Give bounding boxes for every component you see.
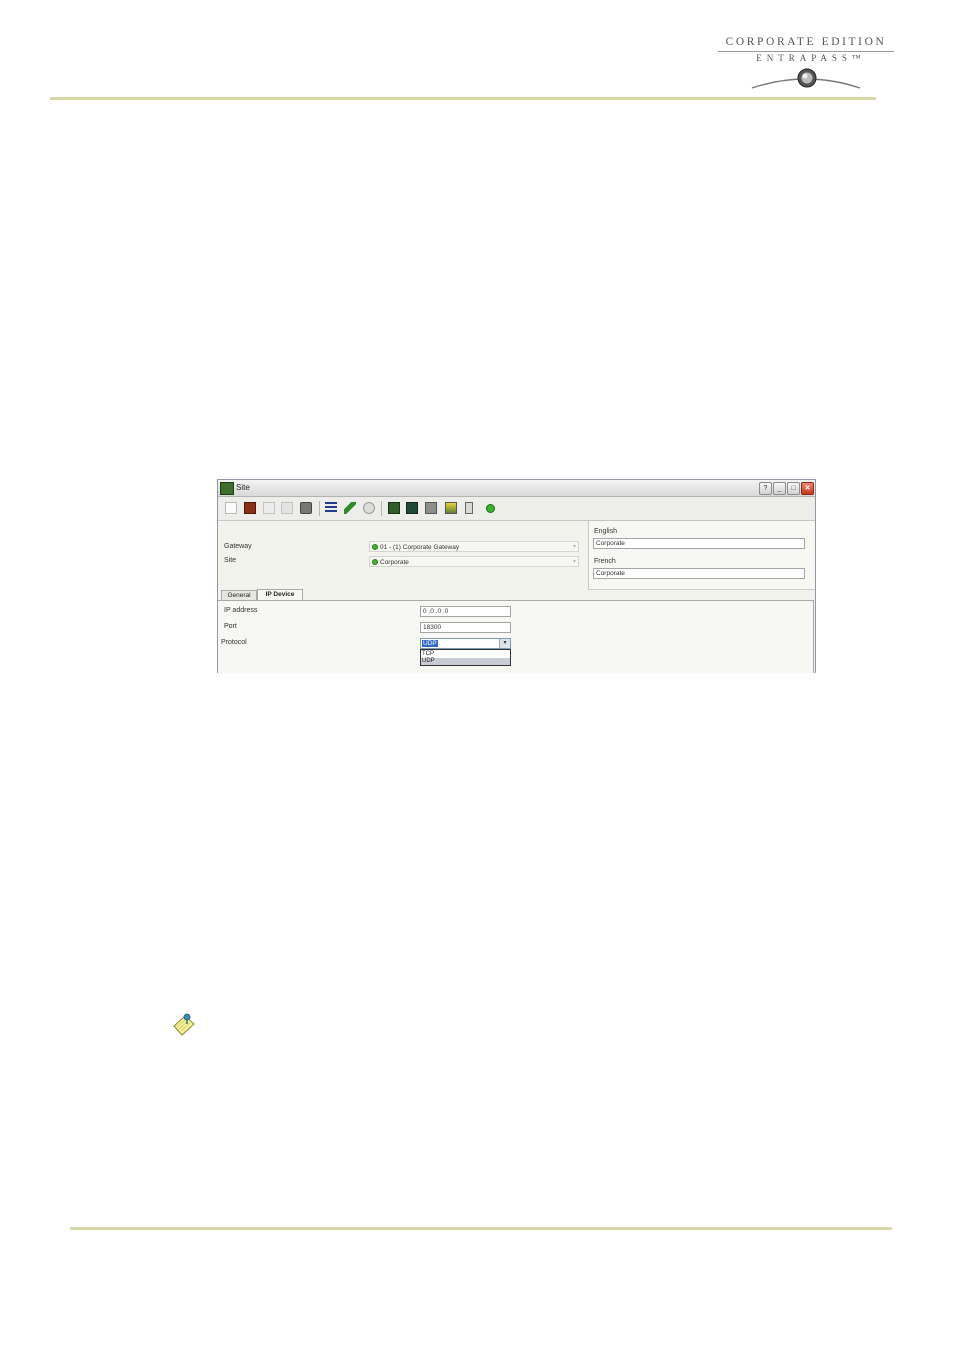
protocol-option-udp[interactable]: UDP [421, 658, 510, 665]
status-dot-icon[interactable] [486, 504, 495, 513]
window-title: Site [236, 483, 250, 492]
french-field[interactable]: Corporate [593, 568, 805, 579]
english-field[interactable]: Corporate [593, 538, 805, 549]
toolbar-separator [381, 501, 382, 516]
help-button[interactable]: ? [759, 482, 772, 495]
search-icon[interactable] [363, 502, 375, 514]
relay-icon[interactable] [425, 502, 437, 514]
brand-logo-icon [751, 68, 861, 89]
chevron-down-icon[interactable]: ▾ [499, 639, 510, 648]
protocol-selected-value: UDP [422, 640, 438, 647]
status-dot-icon [372, 559, 378, 565]
protocol-dropdown-list: TCP UDP [420, 649, 511, 666]
ip-device-panel: IP address 0 .0 .0 .0 Port 18300 Protoco… [218, 600, 814, 673]
tab-general[interactable]: General [221, 590, 257, 600]
protocol-option-tcp[interactable]: TCP [421, 651, 510, 658]
tab-bar: General IP Device [218, 589, 815, 600]
maximize-button[interactable]: □ [787, 482, 800, 495]
french-label: French [594, 558, 616, 565]
site-value: Corporate [380, 559, 409, 566]
port-label: Port [224, 623, 237, 630]
footer-rule [70, 1227, 892, 1230]
close-button[interactable]: ✕ [801, 482, 814, 495]
site-combo[interactable]: Corporate ▾ [369, 556, 579, 567]
input-icon[interactable] [445, 502, 457, 514]
list-icon[interactable] [325, 502, 337, 514]
toolbar [218, 497, 815, 521]
chevron-down-icon: ▾ [572, 544, 576, 550]
copy-icon[interactable] [263, 502, 275, 514]
ip-address-field[interactable]: 0 .0 .0 .0 [420, 606, 511, 617]
brand-subtitle: ENTRAPASS™ [756, 53, 866, 63]
link-icon[interactable] [344, 502, 356, 514]
controller-icon[interactable] [406, 502, 418, 514]
door-icon[interactable] [388, 502, 400, 514]
gateway-combo[interactable]: 01 - (1) Corporate Gateway ▾ [369, 541, 579, 552]
note-pad-icon [173, 1013, 195, 1036]
protocol-select[interactable]: UDP ▾ [420, 638, 511, 649]
gateway-label: Gateway [224, 543, 252, 550]
english-label: English [594, 528, 617, 535]
minimize-button[interactable]: _ [773, 482, 786, 495]
port-field[interactable]: 18300 [420, 622, 511, 633]
language-panel: English Corporate French Corporate [588, 521, 815, 590]
save-icon[interactable] [244, 502, 256, 514]
title-bar: Site ? _ □ ✕ [218, 480, 815, 497]
output-icon[interactable] [465, 502, 473, 514]
tab-ip-device[interactable]: IP Device [257, 589, 303, 600]
site-window: Site ? _ □ ✕ Gateway 01 - (1) Corporate … [217, 479, 816, 673]
app-icon [220, 482, 234, 495]
header-rule [50, 97, 876, 100]
site-label: Site [224, 557, 237, 564]
gateway-value: 01 - (1) Corporate Gateway [380, 544, 460, 551]
print-icon[interactable] [300, 502, 312, 514]
new-icon[interactable] [225, 502, 237, 514]
site-form: Gateway 01 - (1) Corporate Gateway ▾ Sit… [218, 521, 586, 590]
delete-icon[interactable] [281, 502, 293, 514]
brand-divider [718, 51, 894, 52]
protocol-label: Protocol [221, 639, 247, 646]
toolbar-separator [319, 501, 320, 516]
brand-title: CORPORATE EDITION [725, 36, 887, 48]
ip-address-label: IP address [224, 607, 258, 614]
chevron-down-icon: ▾ [572, 559, 576, 565]
status-dot-icon [372, 544, 378, 550]
